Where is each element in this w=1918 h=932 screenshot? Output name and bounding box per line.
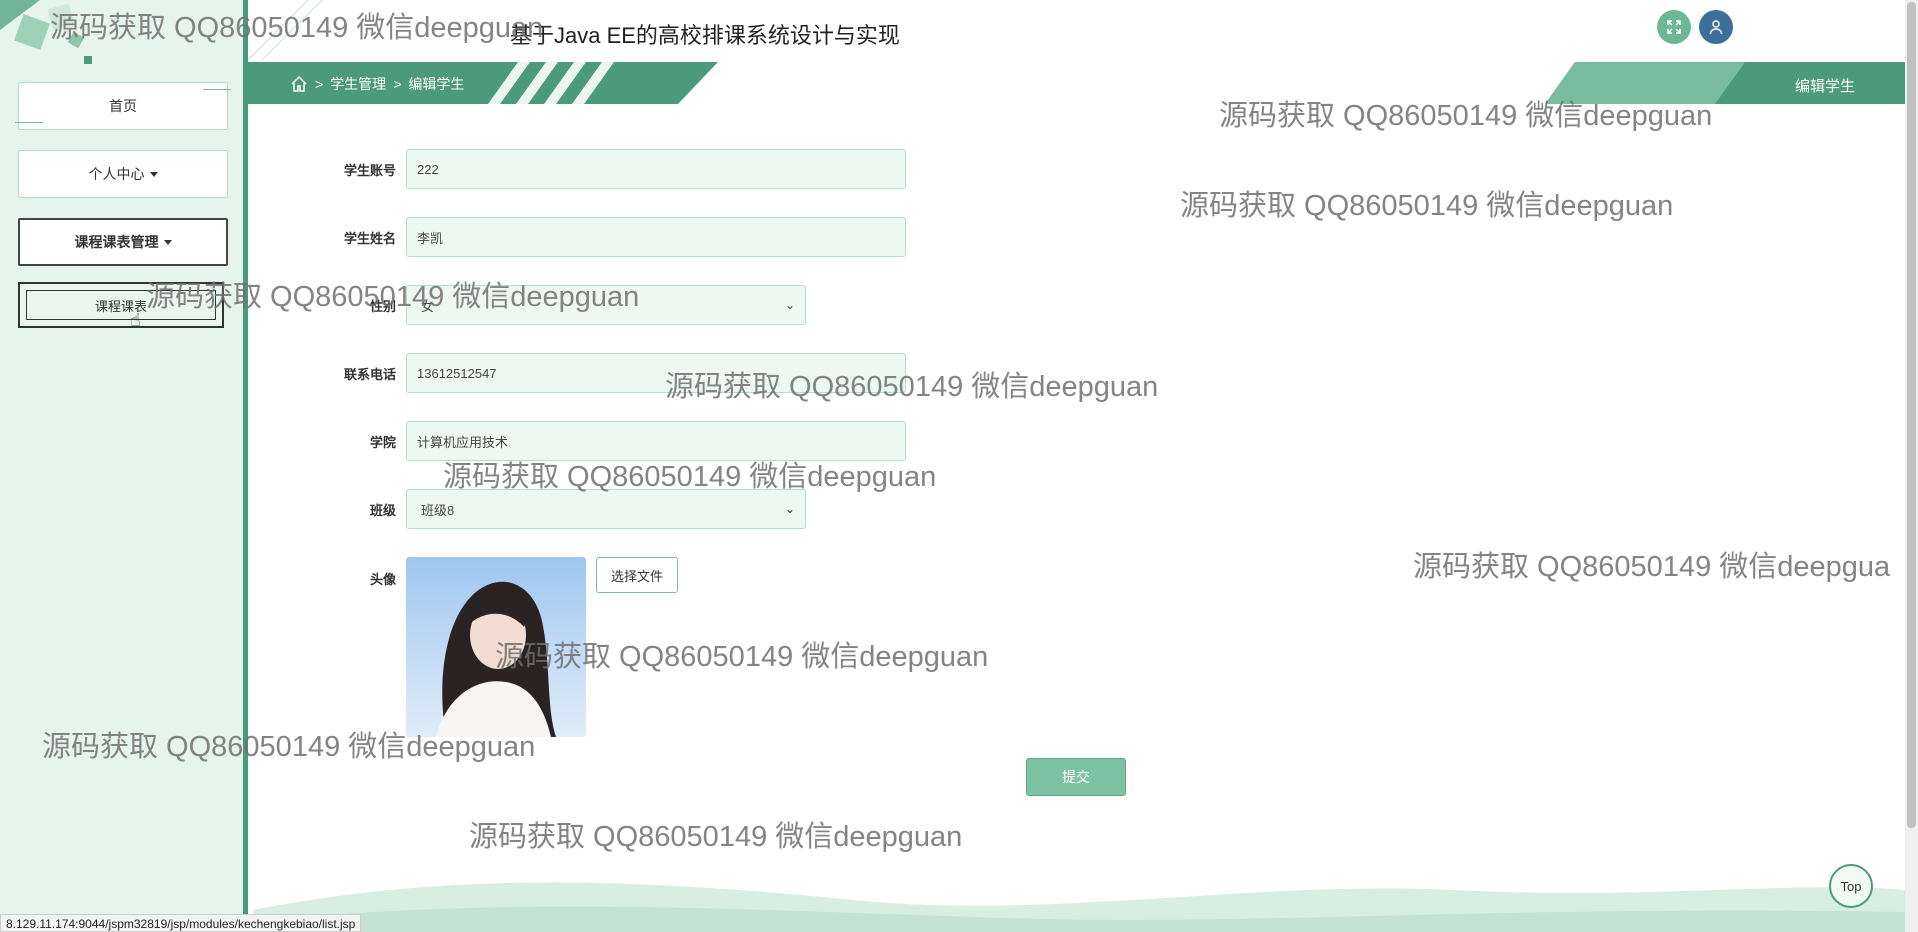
sidebar-item-label: 个人中心 [88,166,145,182]
caret-down-icon [163,239,172,245]
sidebar-item-profile[interactable]: 个人中心 [18,150,228,198]
gender-select[interactable]: 女 ⌄ [406,285,806,325]
breadcrumb: > 学生管理 > 编辑学生 [290,74,464,94]
watermark: 源码获取 QQ86050149 微信deepguan [1180,190,1674,222]
class-select[interactable]: 班级8 ⌄ [406,489,806,529]
college-label: 学院 [369,434,396,450]
sidebar-item-course-schedule-manage[interactable]: 课程课表管理 [18,218,228,266]
chevron-down-icon: ⌄ [784,298,795,312]
form-row-phone: 联系电话 13612512547 [320,353,906,393]
footer-wave-decoration [253,882,1905,932]
sidebar-item-label: 首页 [109,98,137,114]
menu-deco-line [15,122,43,123]
hand-cursor-icon: ☝ [130,310,141,330]
avatar-image [406,557,586,737]
submit-button[interactable]: 提交 [1026,758,1126,796]
breadcrumb-sep: > [315,76,324,92]
chevron-down-icon: ⌄ [784,502,795,516]
page-tab-title: 编辑学生 [1795,78,1856,95]
sidebar-corner-decoration [0,0,92,64]
home-icon[interactable] [290,75,308,93]
form-row-class: 班级 班级8 ⌄ [320,489,806,529]
back-to-top-button[interactable]: Top [1829,864,1873,908]
header-deco-lines [248,0,323,60]
class-label: 班级 [369,502,396,518]
avatar-label: 头像 [369,572,396,587]
caret-down-icon [149,171,158,177]
gender-label: 性别 [369,298,396,314]
subitem-inner-border [26,290,216,320]
account-input[interactable]: 222 [406,149,906,189]
watermark: 源码获取 QQ86050149 微信deepguan [469,821,963,853]
form-row-avatar: 头像 选择文件 [320,557,678,737]
avatar-portrait [436,581,556,737]
breadcrumb-level1[interactable]: 学生管理 [330,74,386,94]
page-scrollbar[interactable] [1905,0,1918,932]
college-input[interactable]: 计算机应用技术 [406,421,906,461]
status-bar-url: 8.129.11.174:9044/jspm32819/jsp/modules/… [0,914,362,932]
sidebar-item-home[interactable]: 首页 [15,82,231,130]
name-label: 学生姓名 [343,230,396,246]
fullscreen-button[interactable] [1657,10,1691,44]
expand-icon [1667,20,1681,34]
breadcrumb-level2: 编辑学生 [408,76,465,92]
scrollbar-thumb[interactable] [1907,2,1916,828]
form-row-name: 学生姓名 李凯 [320,217,906,257]
account-label: 学生账号 [343,162,396,178]
user-icon [1709,20,1723,35]
breadcrumb-sep: > [393,76,402,92]
phone-input[interactable]: 13612512547 [406,353,906,393]
class-selected-value: 班级8 [421,502,455,518]
sidebar-subitem-course-schedule[interactable]: 课程课表 [18,282,224,328]
sidebar-item-label: 课程课表管理 [74,234,159,250]
choose-file-button[interactable]: 选择文件 [596,557,678,593]
name-input[interactable]: 李凯 [406,217,906,257]
menu-deco-line [203,89,231,90]
sidebar: 首页 个人中心 课程课表管理 课程课表 ☝ [0,0,248,932]
phone-label: 联系电话 [343,366,396,382]
app-title: 基于Java EE的高校排课系统设计与实现 [510,23,900,48]
form-row-gender: 性别 女 ⌄ [320,285,806,325]
form-row-account: 学生账号 222 [320,149,906,189]
form-row-college: 学院 计算机应用技术 [320,421,906,461]
user-menu-button[interactable] [1699,10,1733,44]
gender-selected-value: 女 [421,298,435,314]
watermark: 源码获取 QQ86050149 微信deepgua [1413,551,1891,583]
